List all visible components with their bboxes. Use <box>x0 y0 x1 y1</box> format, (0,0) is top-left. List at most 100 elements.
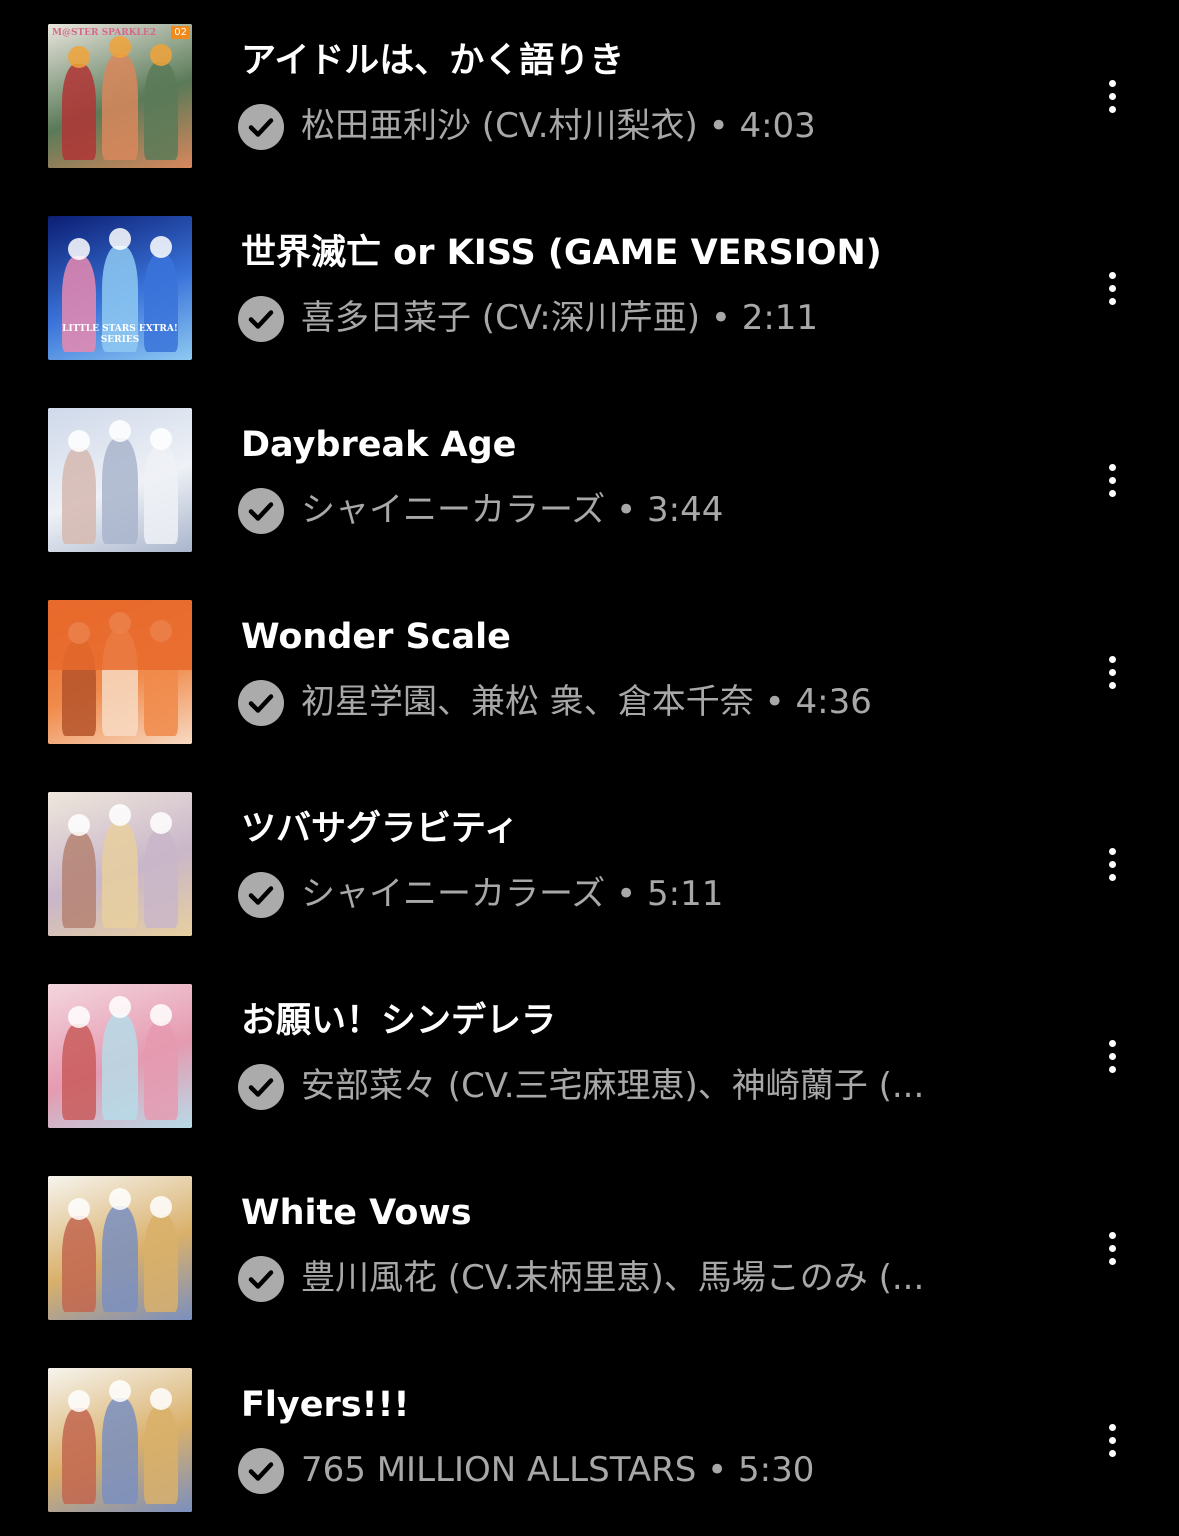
track-subtitle: シャイニーカラーズ • 3:44 <box>301 487 981 533</box>
album-art-shape <box>62 1408 96 1504</box>
track-row[interactable]: LITTLE STARS EXTRA! SERIES 世界滅亡 or KISS … <box>0 192 1179 384</box>
check-circle-icon <box>238 872 284 918</box>
album-art-shape <box>109 36 131 58</box>
album-art-shape <box>144 830 178 928</box>
track-row[interactable]: Daybreak Age シャイニーカラーズ • 3:44 <box>0 384 1179 576</box>
album-art-shape <box>102 1014 138 1120</box>
more-dot <box>1109 682 1116 689</box>
more-dot <box>1109 874 1116 881</box>
album-art-shape <box>102 1398 138 1504</box>
album-art-shape <box>102 1206 138 1312</box>
track-list: M@STER SPARKLE2 02 アイドルは、かく語りき 松田亜利沙 (CV.… <box>0 0 1179 1531</box>
separator-dot: • <box>605 490 647 530</box>
album-art-shape <box>144 446 178 544</box>
more-options-button[interactable] <box>1090 1030 1134 1082</box>
album-art-shape <box>68 46 90 68</box>
album-art-shape <box>150 1004 172 1026</box>
album-art[interactable]: M@STER SPARKLE2 02 <box>48 24 192 168</box>
track-title: Wonder Scale <box>241 617 511 657</box>
album-art[interactable] <box>48 984 192 1128</box>
more-dot <box>1109 477 1116 484</box>
album-art-label: LITTLE STARS EXTRA! SERIES <box>62 324 178 345</box>
more-dot <box>1109 861 1116 868</box>
track-artist: 喜多日菜子 (CV:深川芹亜) <box>301 298 701 338</box>
separator-dot: • <box>696 1450 738 1490</box>
album-art-shape <box>68 430 90 452</box>
album-art-shape <box>109 228 131 250</box>
more-dot <box>1109 285 1116 292</box>
track-subtitle: 765 MILLION ALLSTARS • 5:30 <box>301 1447 981 1493</box>
album-art-shape <box>62 448 96 544</box>
track-artist: 765 MILLION ALLSTARS <box>301 1450 697 1490</box>
more-vertical-icon <box>1109 1040 1116 1047</box>
album-art-shape <box>109 420 131 442</box>
album-art[interactable] <box>48 408 192 552</box>
more-vertical-icon <box>1109 656 1116 663</box>
more-dot <box>1109 669 1116 676</box>
track-title: ツバサグラビティ <box>241 809 519 849</box>
more-options-button[interactable] <box>1090 1414 1134 1466</box>
more-dot <box>1109 1245 1116 1252</box>
track-subtitle: 豊川風花 (CV.末柄里恵)、馬場このみ (... <box>301 1255 981 1301</box>
more-dot <box>1109 298 1116 305</box>
album-art-shape <box>102 54 138 160</box>
more-dot <box>1109 106 1116 113</box>
more-vertical-icon <box>1109 848 1116 855</box>
track-row[interactable]: Flyers!!! 765 MILLION ALLSTARS • 5:30 <box>0 1344 1179 1536</box>
separator-dot: • <box>605 874 647 914</box>
separator-dot: • <box>697 106 740 146</box>
album-art[interactable] <box>48 1368 192 1512</box>
album-art-shape <box>102 822 138 928</box>
track-row[interactable]: お願い！シンデレラ 安部菜々 (CV.三宅麻理恵)、神崎蘭子 (... <box>0 960 1179 1152</box>
more-options-button[interactable] <box>1090 1222 1134 1274</box>
track-row[interactable]: M@STER SPARKLE2 02 アイドルは、かく語りき 松田亜利沙 (CV.… <box>0 0 1179 192</box>
check-circle-icon <box>238 1064 284 1110</box>
track-title: お願い！シンデレラ <box>241 1001 557 1041</box>
album-art[interactable] <box>48 792 192 936</box>
album-art-shape <box>150 812 172 834</box>
more-dot <box>1109 1066 1116 1073</box>
track-row[interactable]: Wonder Scale 初星学園、兼松 衆、倉本千奈 • 4:36 <box>0 576 1179 768</box>
album-art[interactable]: LITTLE STARS EXTRA! SERIES <box>48 216 192 360</box>
album-art-shape <box>150 236 172 258</box>
check-circle-icon <box>238 680 284 726</box>
more-vertical-icon <box>1109 464 1116 471</box>
album-art-shape <box>144 1214 178 1312</box>
more-options-button[interactable] <box>1090 454 1134 506</box>
more-vertical-icon <box>1109 272 1116 279</box>
track-artist: 初星学園、兼松 衆、倉本千奈 <box>301 682 754 722</box>
track-title: White Vows <box>241 1193 472 1233</box>
more-dot <box>1109 1053 1116 1060</box>
album-art[interactable] <box>48 1176 192 1320</box>
separator-dot: • <box>700 298 742 338</box>
track-subtitle: 初星学園、兼松 衆、倉本千奈 • 4:36 <box>301 679 981 725</box>
album-art-shape <box>68 1006 90 1028</box>
album-art-shape <box>62 832 96 928</box>
track-duration: 5:11 <box>646 874 724 914</box>
track-row[interactable]: ツバサグラビティ シャイニーカラーズ • 5:11 <box>0 768 1179 960</box>
album-art-badge: 02 <box>171 26 190 39</box>
track-artist: シャイニーカラーズ <box>301 874 606 914</box>
more-dot <box>1109 93 1116 100</box>
album-art-shape <box>150 44 172 66</box>
album-art-shape <box>150 1196 172 1218</box>
more-options-button[interactable] <box>1090 646 1134 698</box>
album-art-shape <box>109 1188 131 1210</box>
track-title: Flyers!!! <box>241 1385 410 1425</box>
more-options-button[interactable] <box>1090 70 1134 122</box>
more-vertical-icon <box>1109 80 1116 87</box>
track-subtitle: 安部菜々 (CV.三宅麻理恵)、神崎蘭子 (... <box>301 1063 981 1109</box>
album-art-shape <box>62 1216 96 1312</box>
track-duration: 5:30 <box>737 1450 815 1490</box>
track-subtitle: 喜多日菜子 (CV:深川芹亜) • 2:11 <box>301 295 981 341</box>
album-art-shape <box>109 996 131 1018</box>
album-art[interactable] <box>48 600 192 744</box>
album-art-shape <box>109 804 131 826</box>
track-title: アイドルは、かく語りき <box>241 41 625 81</box>
more-options-button[interactable] <box>1090 838 1134 890</box>
album-art-shape <box>68 238 90 260</box>
track-artist: 豊川風花 (CV.末柄里恵)、馬場このみ (... <box>301 1258 925 1298</box>
more-options-button[interactable] <box>1090 262 1134 314</box>
track-row[interactable]: White Vows 豊川風花 (CV.末柄里恵)、馬場このみ (... <box>0 1152 1179 1344</box>
album-art-shape <box>144 1022 178 1120</box>
